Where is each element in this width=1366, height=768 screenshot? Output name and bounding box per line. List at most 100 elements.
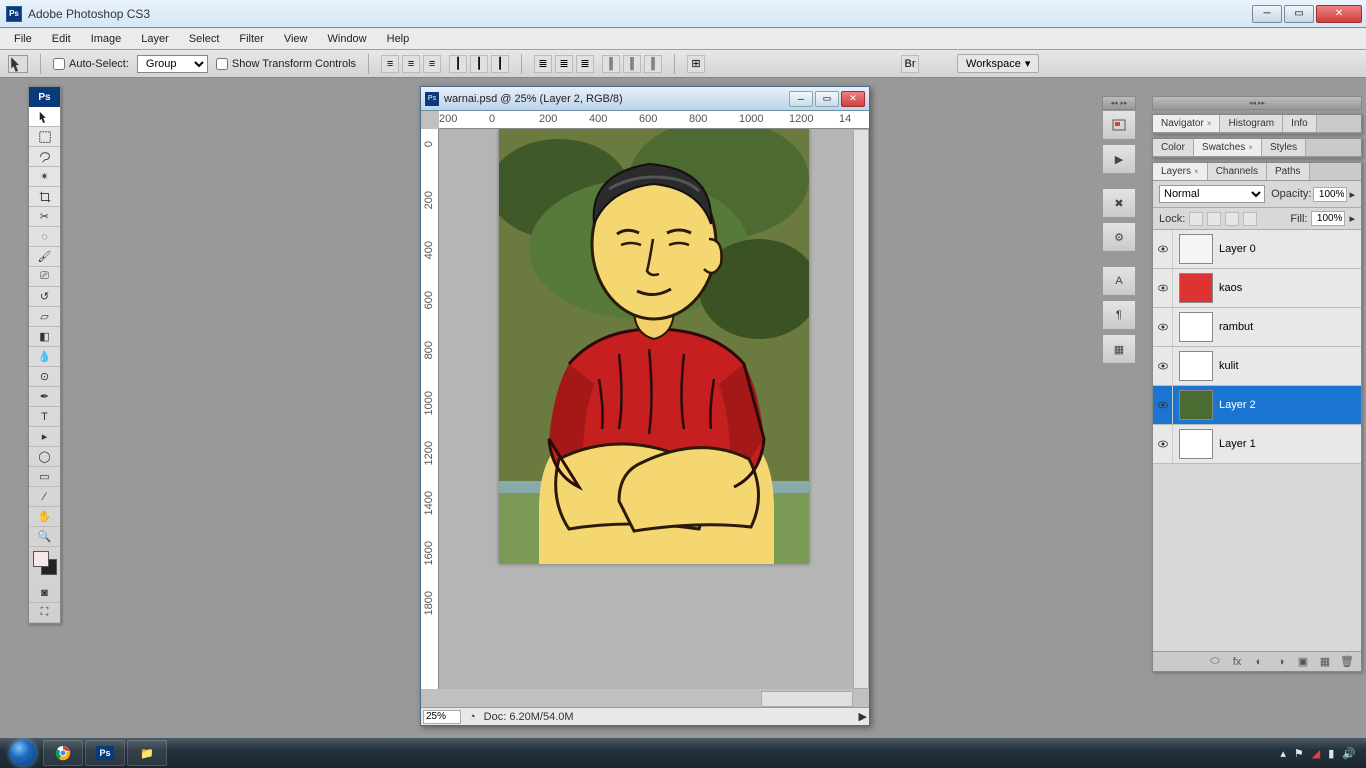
menu-edit[interactable]: Edit xyxy=(42,30,81,48)
tab-navigator[interactable]: Navigator× xyxy=(1153,115,1220,132)
menu-select[interactable]: Select xyxy=(179,30,230,48)
auto-select-checkbox[interactable]: Auto-Select: xyxy=(53,58,129,70)
eraser-tool[interactable]: ▱ xyxy=(29,307,60,327)
path-selection-tool[interactable]: ▸ xyxy=(29,427,60,447)
layer-visibility-icon[interactable] xyxy=(1153,269,1173,307)
workspace-dropdown[interactable]: Workspace▾ xyxy=(957,54,1039,73)
healing-brush-tool[interactable]: ◌ xyxy=(29,227,60,247)
adjustment-layer-icon[interactable]: ◑ xyxy=(1273,655,1289,669)
pen-tool[interactable]: ✒ xyxy=(29,387,60,407)
align-left-icon[interactable]: ┃ xyxy=(449,55,467,73)
tab-info[interactable]: Info xyxy=(1283,115,1317,132)
opacity-input[interactable] xyxy=(1313,187,1347,202)
window-maximize-button[interactable]: ▭ xyxy=(1284,5,1314,23)
menu-file[interactable]: File xyxy=(4,30,42,48)
layer-row[interactable]: rambut xyxy=(1153,308,1361,347)
distribute-right-icon[interactable]: ║ xyxy=(644,55,662,73)
tab-histogram[interactable]: Histogram xyxy=(1220,115,1283,132)
layer-style-icon[interactable]: fx xyxy=(1229,655,1245,669)
doc-info-icon[interactable]: ◔ xyxy=(469,711,476,723)
notes-tool[interactable]: ▭ xyxy=(29,467,60,487)
tab-swatches[interactable]: Swatches× xyxy=(1194,139,1262,156)
align-hcenter-icon[interactable]: ┃ xyxy=(470,55,488,73)
navigator-dock-icon[interactable] xyxy=(1102,110,1136,140)
layer-visibility-icon[interactable] xyxy=(1153,308,1173,346)
lock-transparency-icon[interactable] xyxy=(1189,212,1203,226)
layer-thumbnail[interactable] xyxy=(1179,273,1213,303)
layer-thumbnail[interactable] xyxy=(1179,351,1213,381)
new-layer-icon[interactable]: ▦ xyxy=(1317,655,1333,669)
doc-minimize-button[interactable]: ─ xyxy=(789,91,813,107)
align-vcenter-icon[interactable]: ≡ xyxy=(402,55,420,73)
tab-paths[interactable]: Paths xyxy=(1267,163,1310,180)
quick-mask-tool[interactable]: ◙ xyxy=(29,583,60,603)
distribute-hcenter-icon[interactable]: ║ xyxy=(623,55,641,73)
crop-tool[interactable] xyxy=(29,187,60,207)
layer-group-icon[interactable]: ▣ xyxy=(1295,655,1311,669)
character-dock-icon[interactable]: A xyxy=(1102,266,1136,296)
menu-window[interactable]: Window xyxy=(318,30,377,48)
marquee-tool[interactable] xyxy=(29,127,60,147)
menu-view[interactable]: View xyxy=(274,30,318,48)
tray-antivirus-icon[interactable]: ◢ xyxy=(1312,747,1320,760)
layer-row[interactable]: kulit xyxy=(1153,347,1361,386)
blend-mode-dropdown[interactable]: Normal xyxy=(1159,185,1265,203)
lock-image-icon[interactable] xyxy=(1207,212,1221,226)
tool-preset-icon[interactable] xyxy=(8,55,28,73)
tab-channels[interactable]: Channels xyxy=(1208,163,1267,180)
taskbar-chrome-button[interactable] xyxy=(43,740,83,766)
lock-position-icon[interactable] xyxy=(1225,212,1239,226)
layer-row[interactable]: kaos xyxy=(1153,269,1361,308)
layercomps-dock-icon[interactable]: ▦ xyxy=(1102,334,1136,364)
show-transform-checkbox[interactable]: Show Transform Controls xyxy=(216,58,356,70)
distribute-top-icon[interactable]: ≣ xyxy=(534,55,552,73)
zoom-tool[interactable]: 🔍 xyxy=(29,527,60,547)
tray-network-icon[interactable]: ▮ xyxy=(1328,747,1334,760)
brush-tool[interactable]: 🖌 xyxy=(29,247,60,267)
taskbar-explorer-button[interactable]: 📁 xyxy=(127,740,167,766)
canvas[interactable] xyxy=(499,129,809,564)
distribute-vcenter-icon[interactable]: ≣ xyxy=(555,55,573,73)
layer-visibility-icon[interactable] xyxy=(1153,386,1173,424)
menu-image[interactable]: Image xyxy=(81,30,132,48)
vertical-scrollbar[interactable] xyxy=(853,129,869,689)
panel-strip-top[interactable]: ◂◂ ▸▸ xyxy=(1152,96,1362,110)
auto-align-icon[interactable]: ⊞ xyxy=(687,55,705,73)
align-right-icon[interactable]: ┃ xyxy=(491,55,509,73)
hand-tool[interactable]: ✋ xyxy=(29,507,60,527)
start-button[interactable] xyxy=(4,740,42,766)
auto-select-dropdown[interactable]: Group xyxy=(137,55,208,73)
gradient-tool[interactable]: ◧ xyxy=(29,327,60,347)
canvas-area[interactable] xyxy=(439,129,853,689)
type-tool[interactable]: T xyxy=(29,407,60,427)
layer-thumbnail[interactable] xyxy=(1179,390,1213,420)
layer-row[interactable]: Layer 0 xyxy=(1153,230,1361,269)
tray-volume-icon[interactable]: 🔊 xyxy=(1342,747,1356,760)
history-brush-tool[interactable]: ↺ xyxy=(29,287,60,307)
fill-input[interactable] xyxy=(1311,211,1345,226)
menu-help[interactable]: Help xyxy=(377,30,420,48)
tab-color[interactable]: Color xyxy=(1153,139,1194,156)
screen-mode-tool[interactable]: ⛶ xyxy=(29,603,60,623)
link-layers-icon[interactable]: ⬭ xyxy=(1207,655,1223,669)
shape-tool[interactable]: ◯ xyxy=(29,447,60,467)
magic-wand-tool[interactable]: ✴ xyxy=(29,167,60,187)
dodge-tool[interactable]: ⊙ xyxy=(29,367,60,387)
taskbar-photoshop-button[interactable]: Ps xyxy=(85,740,125,766)
layer-visibility-icon[interactable] xyxy=(1153,425,1173,463)
layer-thumbnail[interactable] xyxy=(1179,312,1213,342)
layer-thumbnail[interactable] xyxy=(1179,234,1213,264)
layer-visibility-icon[interactable] xyxy=(1153,230,1173,268)
delete-layer-icon[interactable]: 🗑 xyxy=(1339,655,1355,669)
layer-row[interactable]: Layer 1 xyxy=(1153,425,1361,464)
layer-thumbnail[interactable] xyxy=(1179,429,1213,459)
tab-styles[interactable]: Styles xyxy=(1262,139,1306,156)
lasso-tool[interactable] xyxy=(29,147,60,167)
layer-row[interactable]: Layer 2 xyxy=(1153,386,1361,425)
clone-stamp-tool[interactable]: ⎚ xyxy=(29,267,60,287)
layer-visibility-icon[interactable] xyxy=(1153,347,1173,385)
window-minimize-button[interactable]: ─ xyxy=(1252,5,1282,23)
tray-up-icon[interactable]: ▴ xyxy=(1280,747,1286,760)
color-picker[interactable] xyxy=(29,547,60,583)
doc-close-button[interactable]: ✕ xyxy=(841,91,865,107)
